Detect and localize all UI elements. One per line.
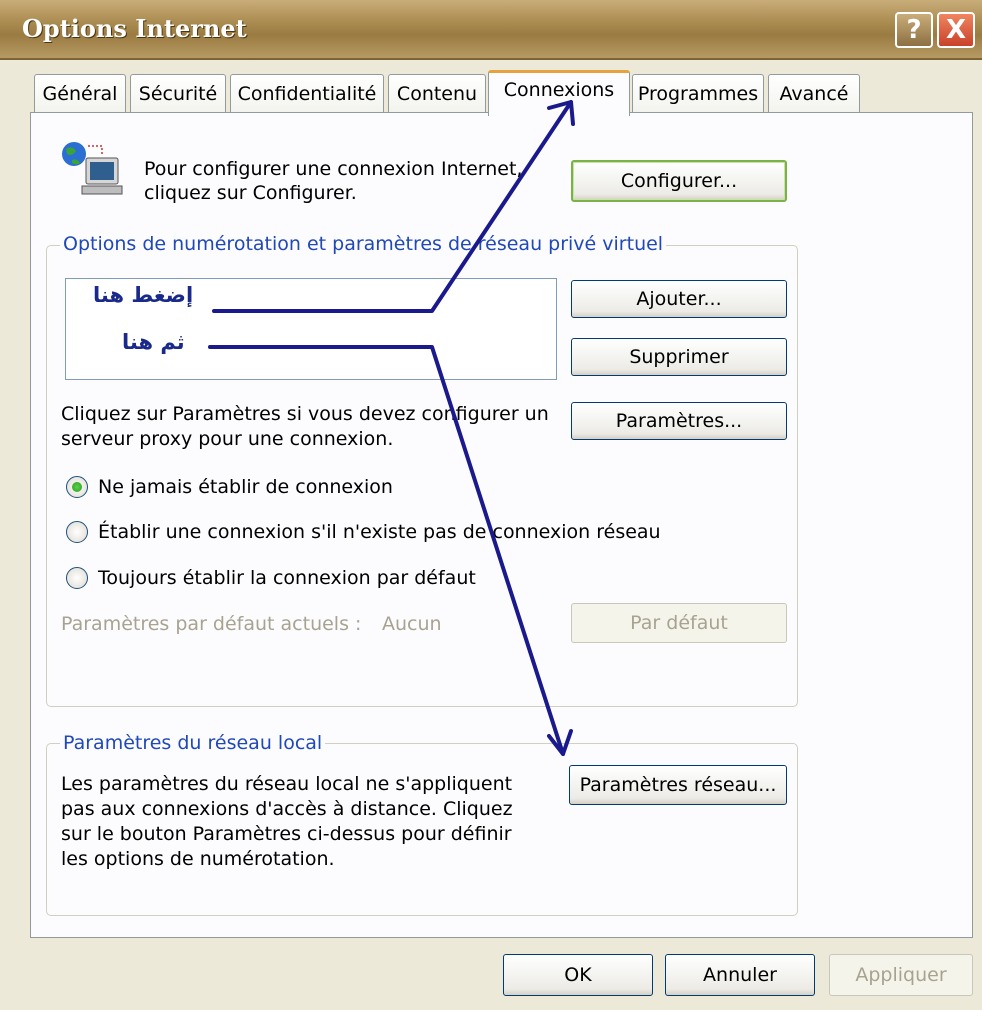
lan-settings-button[interactable]: Paramètres réseau... (569, 765, 787, 805)
radio-never-dial[interactable] (66, 476, 88, 498)
settings-button[interactable]: Paramètres... (571, 402, 787, 440)
apply-button[interactable]: Appliquer (829, 954, 973, 996)
lan-text-line1: Les paramètres du réseau local ne s'appl… (61, 773, 513, 795)
annotation-then-here: ثم هنا (122, 330, 185, 354)
setup-text-line1: Pour configurer une connexion Internet, (144, 158, 523, 180)
radio-selected-dot (72, 482, 82, 492)
set-default-button[interactable]: Par défaut (571, 603, 787, 643)
remove-button[interactable]: Supprimer (571, 338, 787, 376)
ok-button[interactable]: OK (503, 954, 653, 996)
network-computer-icon (58, 140, 128, 202)
annotation-click-here: إضغط هنا (93, 283, 194, 307)
setup-text-line2: cliquez sur Configurer. (144, 182, 357, 204)
radio-label-dial-when-no-network[interactable]: Établir une connexion s'il n'existe pas … (98, 520, 661, 544)
lan-text-line3: sur le bouton Paramètres ci-dessus pour … (61, 823, 512, 845)
add-button[interactable]: Ajouter... (571, 280, 787, 318)
cancel-button[interactable]: Annuler (665, 954, 815, 996)
lan-text-line2: pas aux connexions d'accès à distance. C… (61, 798, 513, 820)
radio-always-dial[interactable] (66, 567, 88, 589)
lan-text-line4: les options de numérotation. (61, 848, 335, 870)
configure-button[interactable]: Configurer... (571, 160, 787, 202)
radio-label-always-dial[interactable]: Toujours établir la connexion par défaut (98, 566, 476, 590)
radio-dial-when-no-network[interactable] (66, 521, 88, 543)
proxy-text-line2: serveur proxy pour une connexion. (61, 428, 394, 450)
proxy-text-line1: Cliquez sur Paramètres si vous devez con… (61, 403, 549, 425)
lan-legend: Paramètres du réseau local (60, 731, 326, 755)
current-default-label: Paramètres par défaut actuels : (61, 613, 362, 635)
radio-label-never-dial[interactable]: Ne jamais établir de connexion (98, 475, 393, 499)
current-default-value: Aucun (382, 613, 442, 635)
dialup-legend: Options de numérotation et paramètres de… (60, 232, 667, 256)
